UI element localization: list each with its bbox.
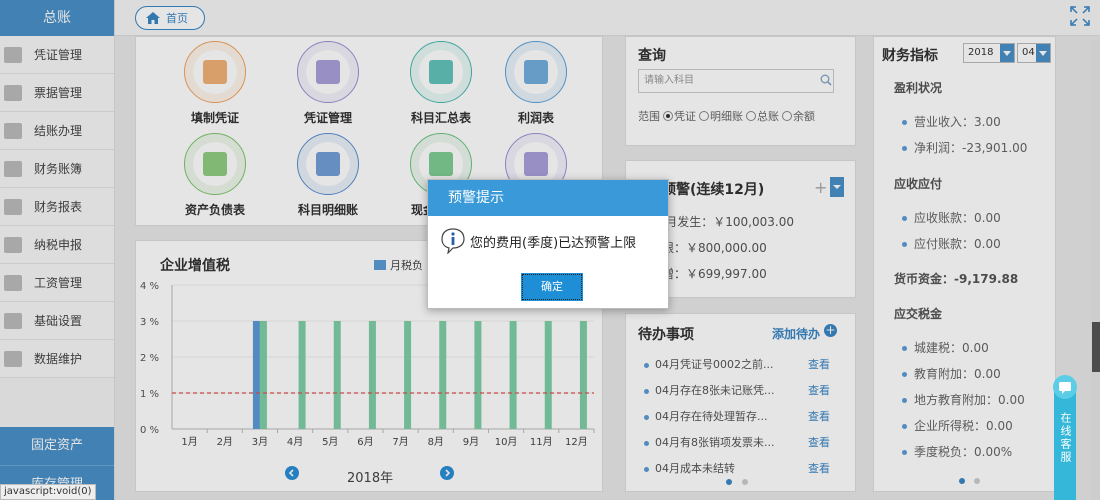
chat-icon [1053,375,1077,399]
confirm-button[interactable]: 确定 [521,273,583,301]
info-icon [441,228,465,254]
dialog-message: 您的费用(季度)已达预警上限 [470,236,637,251]
dialog-title: 预警提示 [428,180,668,216]
warning-dialog: 预警提示 您的费用(季度)已达预警上限 确定 [427,179,669,309]
status-bar-link: javascript:void(0) [0,484,96,500]
chat-label: 在线客服 [1059,412,1072,464]
online-service-button[interactable]: 在线客服 [1053,375,1077,500]
